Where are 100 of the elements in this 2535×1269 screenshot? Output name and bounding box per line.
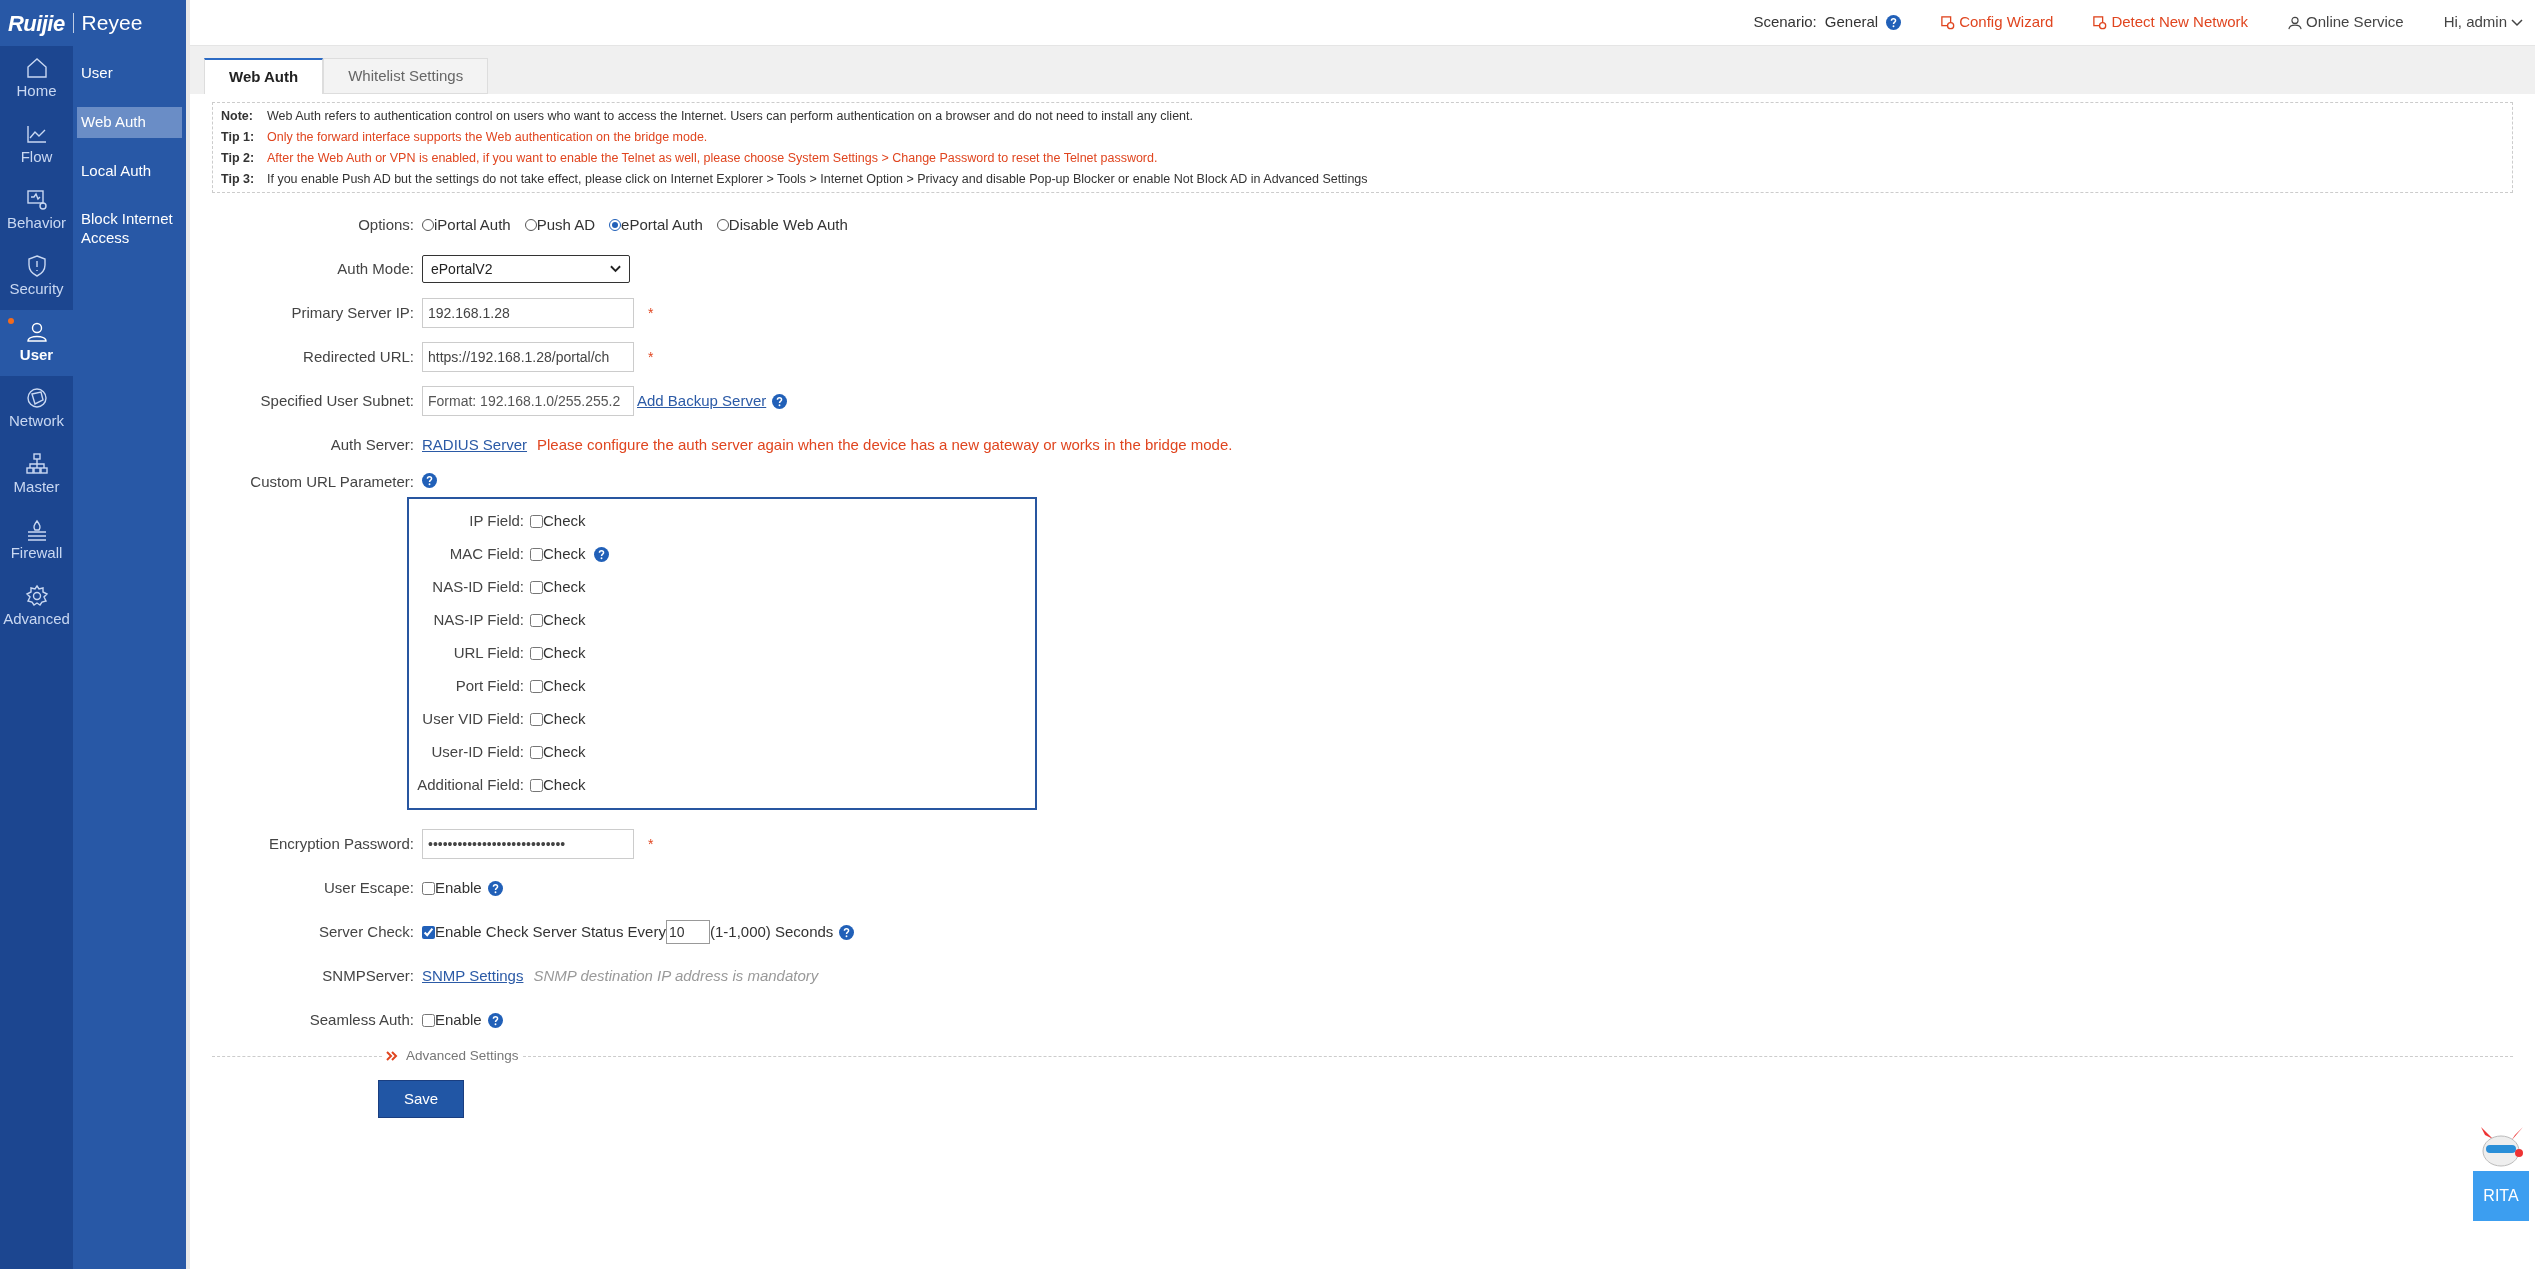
checkbox[interactable] [530,581,543,594]
radio-option[interactable]: Disable Web Auth [716,213,848,237]
checkbox[interactable] [530,779,543,792]
password-field[interactable]: •••••••••••••••••••••••••••• [422,829,634,859]
tab[interactable]: Web Auth [204,58,324,94]
tab[interactable]: Whitelist Settings [323,58,489,94]
nav-item[interactable]: Network [0,376,73,442]
checkbox-option[interactable]: Check [530,576,586,599]
checkbox-option[interactable]: Check [530,741,586,764]
input-field[interactable]: https://192.168.1.28/portal/ch [422,342,634,372]
hint-text: SNMP destination IP address is mandatory [533,965,819,986]
nav-item[interactable]: Behavior [0,178,73,244]
window-gear-icon [1941,15,1956,30]
nav-item[interactable]: Firewall [0,508,73,574]
warning-text: Please configure the auth server again when the device has a new gateway or works in the bridge mode. [537,434,1233,455]
radio-option[interactable]: iPortal Auth [422,213,511,237]
field-label: User-ID Field: [430,742,525,763]
field-label: MAC Field: [448,544,525,565]
checkbox[interactable] [530,647,543,660]
radio-button[interactable] [524,219,537,231]
checkbox-option[interactable]: Check [530,543,586,566]
help-icon[interactable] [839,924,855,940]
globe-icon [24,385,49,410]
help-icon[interactable] [772,393,788,409]
field-label: Options: [357,214,415,235]
nav-item[interactable]: Advanced [0,574,73,640]
checkbox-option[interactable]: Enable [422,876,482,900]
required-mark: * [648,303,654,323]
submenu-item[interactable]: User [77,58,182,89]
checkbox-option[interactable]: Check [530,609,586,632]
radio-option[interactable]: Push AD [524,213,596,237]
nav-item[interactable]: Master [0,442,73,508]
field-label: IP Field: [468,511,525,532]
required-mark: * [648,347,654,367]
field-label: Redirected URL: [302,346,415,367]
checkbox[interactable] [422,925,435,939]
double-chevron-icon[interactable] [386,1051,398,1062]
link[interactable]: SNMP Settings [422,964,524,988]
note-label: Tip 3: [221,171,256,188]
advanced-settings-toggle[interactable]: Advanced Settings [402,1046,523,1067]
nav-item[interactable]: Security [0,244,73,310]
input-field[interactable]: Format: 192.168.1.0/255.255.2 [422,386,634,416]
submenu-item[interactable]: Local Auth [77,155,182,187]
checkbox[interactable] [530,713,543,726]
note-label: Note: [221,108,254,125]
radio-button[interactable] [609,219,622,231]
note-label: Tip 2: [221,150,256,167]
link[interactable]: RADIUS Server [422,433,528,457]
field-label: URL Field: [452,643,525,664]
field-label: Auth Server: [329,434,415,455]
checkbox[interactable] [422,881,435,895]
window-gear-icon [2093,15,2108,30]
nav-item[interactable]: Home [0,46,73,112]
network-tree-icon [24,451,49,476]
checkbox-option[interactable]: Check [530,675,586,698]
checkbox[interactable] [530,614,543,627]
field-label: Custom URL Parameter: [249,471,415,492]
help-icon[interactable] [1886,15,1902,30]
header-link[interactable]: Online Service [2288,11,2404,34]
checkbox-option[interactable]: Check [530,642,586,665]
save-button[interactable]: Save [378,1080,464,1119]
help-icon[interactable] [422,472,437,488]
field-label: Server Check: [317,921,415,942]
input-field[interactable]: 192.168.1.28 [422,298,634,328]
brand-logo: Ruijie [8,9,65,38]
checkbox[interactable] [422,1013,435,1027]
number-field[interactable]: 10 [665,920,710,944]
dropdown[interactable]: ePortalV2 [422,255,630,283]
checkbox-option[interactable]: Check [530,774,586,797]
radio-button[interactable] [716,219,729,231]
header-link[interactable]: Detect New Network [2093,11,2249,34]
user-menu[interactable]: Hi, admin [2443,11,2523,34]
nav-item[interactable]: User [0,310,73,376]
header-link[interactable]: Config Wizard [1941,11,2054,34]
checkbox-option[interactable]: Check [530,510,586,533]
field-label: User VID Field: [421,709,525,730]
brand-logo: Reyee [81,10,143,37]
help-icon[interactable] [593,547,609,562]
field-label: User Escape: [322,877,415,898]
chevron-down-icon [2511,18,2523,27]
checkbox[interactable] [530,515,543,528]
gear-icon [24,583,49,608]
radio-option[interactable]: ePortal Auth [609,213,703,237]
radio-button[interactable] [422,219,434,231]
submenu-item[interactable]: Block Internet Access [77,204,182,254]
checkbox-option[interactable]: Check [530,708,586,731]
note-text: After the Web Auth or VPN is enabled, if you want to enable the Telnet as well, please choose System Settings > Change Password to reset the Telnet password. [267,150,1158,167]
field-label: Additional Field: [416,775,525,796]
nav-item[interactable]: Flow [0,112,73,178]
checkbox[interactable] [530,746,543,759]
field-label: SNMPServer: [321,965,415,986]
checkbox-option[interactable]: Enable Check Server Status Every [422,920,666,944]
link[interactable]: Add Backup Server [637,389,767,413]
checkbox[interactable] [530,548,543,561]
monitor-icon [24,187,49,212]
checkbox[interactable] [530,680,543,693]
help-icon[interactable] [487,880,503,896]
checkbox-option[interactable]: Enable [422,1008,482,1032]
help-icon[interactable] [487,1012,503,1028]
scenario-value: General [1824,12,1879,33]
